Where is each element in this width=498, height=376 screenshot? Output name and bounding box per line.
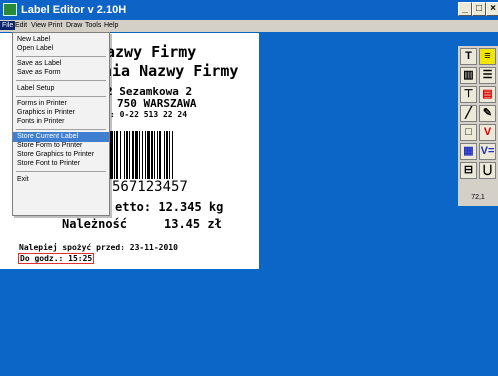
list-tool-icon[interactable]: ☰ bbox=[479, 67, 496, 84]
maximize-button[interactable]: □ bbox=[472, 2, 486, 16]
barcode-tool-icon[interactable]: ▥ bbox=[460, 67, 477, 84]
menu-separator bbox=[16, 96, 106, 97]
amount-due-label[interactable]: Należność bbox=[62, 217, 127, 231]
minimize-button[interactable]: _ bbox=[458, 2, 472, 16]
menu-bar: File Edit View Print Draw Tools Help bbox=[0, 20, 498, 32]
variable-equals-tool-icon[interactable]: V= bbox=[479, 143, 496, 160]
menu-separator bbox=[16, 56, 106, 57]
menu-separator bbox=[16, 129, 106, 130]
net-weight-line[interactable]: etto: 12.345 kg bbox=[115, 200, 223, 214]
best-before-line[interactable]: Nalepiej spożyć przed: 23-11-2010 bbox=[19, 243, 178, 252]
company-full-name-line[interactable]: nia Nazwy Firmy bbox=[103, 62, 238, 80]
line-tool-icon[interactable]: ╱ bbox=[460, 105, 477, 122]
menu-item-label-setup[interactable]: Label Setup bbox=[13, 84, 109, 94]
menu-tools[interactable]: Tools bbox=[83, 21, 103, 30]
form-tool-icon[interactable]: ⊟ bbox=[460, 162, 477, 179]
hour-line[interactable]: Do godz.: 15:25 bbox=[18, 253, 95, 264]
city-line[interactable]: 750 WARSZAWA bbox=[117, 97, 196, 110]
edit-tool-icon[interactable]: ✎ bbox=[479, 105, 496, 122]
menu-item-open-label[interactable]: Open Label bbox=[13, 44, 109, 54]
phone-line[interactable]: : 0-22 513 22 24 bbox=[110, 110, 187, 119]
menu-draw[interactable]: Draw bbox=[64, 21, 84, 30]
rectangle-tool-icon[interactable]: □ bbox=[460, 124, 477, 141]
close-button[interactable]: × bbox=[486, 2, 498, 16]
menu-item-store-font-to-printer[interactable]: Store Font to Printer bbox=[13, 159, 109, 169]
menu-item-fonts-in-printer[interactable]: Fonts in Printer bbox=[13, 117, 109, 127]
crosshair-tool-icon[interactable]: ⊤ bbox=[460, 86, 477, 103]
window-title: Label Editor v 2.10H bbox=[21, 4, 127, 16]
menu-print[interactable]: Print bbox=[46, 21, 64, 30]
menu-separator bbox=[16, 80, 106, 81]
menu-item-save-as-form[interactable]: Save as Form bbox=[13, 68, 109, 78]
toolbox: T ≡ ▥ ☰ ⊤ ▤ ╱ ✎ □ V ▦ V= ⊟ ⋃ 72,1 bbox=[458, 46, 498, 206]
menu-separator bbox=[16, 171, 106, 172]
menu-edit[interactable]: Edit bbox=[13, 21, 29, 30]
amount-due-value[interactable]: 13.45 zł bbox=[164, 217, 222, 231]
image-tool-icon[interactable]: ▦ bbox=[460, 143, 477, 160]
variable-tool-icon[interactable]: V bbox=[479, 124, 496, 141]
horseshoe-tool-icon[interactable]: ⋃ bbox=[479, 162, 496, 179]
app-icon bbox=[3, 3, 17, 16]
text-box-tool-icon[interactable]: ≡ bbox=[479, 48, 496, 65]
menu-item-exit[interactable]: Exit bbox=[13, 175, 109, 185]
company-name-line[interactable]: azwy Firmy bbox=[106, 43, 196, 61]
title-bar: Label Editor v 2.10H _ □ × bbox=[0, 0, 498, 20]
text-tool-icon[interactable]: T bbox=[460, 48, 477, 65]
menu-help[interactable]: Help bbox=[102, 21, 120, 30]
file-menu-dropdown: New Label Open Label Save as Label Save … bbox=[12, 32, 110, 216]
coordinates-readout: 72,1 bbox=[471, 194, 485, 201]
barcode-digits[interactable]: 567123457 bbox=[112, 179, 188, 195]
barcode[interactable] bbox=[104, 131, 214, 179]
printer-tool-icon[interactable]: ▤ bbox=[479, 86, 496, 103]
